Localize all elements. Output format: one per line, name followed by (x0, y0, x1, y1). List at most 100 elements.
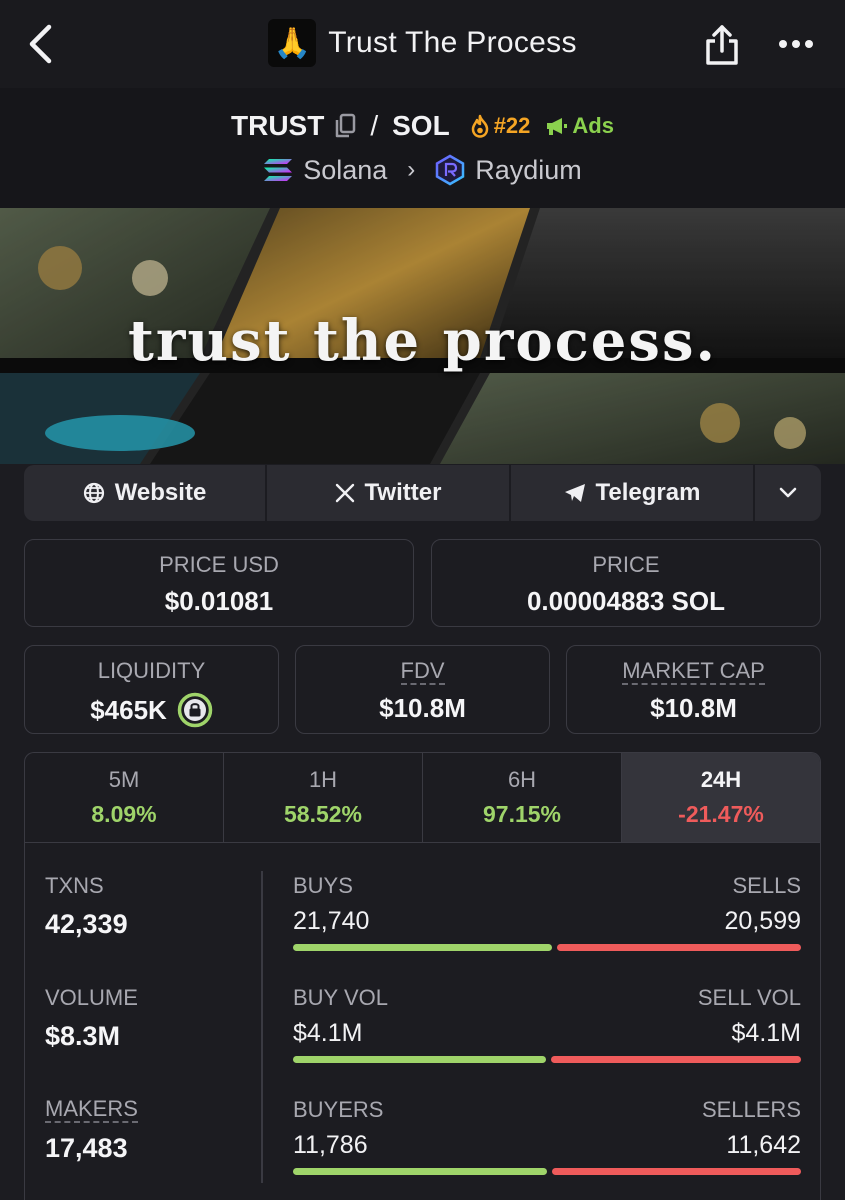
website-button[interactable]: Website (24, 465, 267, 521)
volume-bar (293, 1056, 801, 1063)
buy-vol-label: BUY VOL (293, 985, 388, 1010)
txns-metric: TXNS 42,339 (45, 873, 128, 940)
sell-vol-value: $4.1M (731, 1019, 801, 1047)
more-options-button[interactable] (772, 26, 820, 62)
txns-label: TXNS (45, 873, 104, 898)
share-icon (706, 25, 738, 65)
telegram-icon (564, 484, 585, 502)
buyers-value: 11,786 (293, 1131, 368, 1159)
ellipsis-icon (779, 40, 813, 48)
megaphone-icon (547, 118, 568, 135)
praying-hands-icon: 🙏 (273, 26, 311, 60)
sell-vol-bar (551, 1056, 801, 1063)
page-title: Trust The Process (328, 26, 577, 59)
liquidity-value: $465K (90, 694, 167, 725)
token-banner-image: trust the process. (0, 208, 845, 464)
price-change: -21.47% (678, 801, 764, 827)
chain-link[interactable]: Solana (303, 155, 387, 186)
copy-icon[interactable] (334, 113, 356, 139)
price-native-label: PRICE (592, 552, 660, 577)
top-nav-bar: 🙏 Trust The Process (0, 0, 845, 88)
tab-label: 6H (507, 767, 537, 792)
price-change: 58.52% (283, 801, 362, 827)
pair-header: TRUST / SOL #22 Ads Solana › Raydium (0, 88, 845, 208)
buys-sells-bar (293, 944, 801, 951)
tab-5m[interactable]: 5M 8.09% (25, 753, 224, 842)
market-cap-value: $10.8M (650, 693, 737, 723)
sellers-label: SELLERS (701, 1097, 801, 1122)
tab-label: 24H (700, 767, 742, 792)
makers-metric: MAKERS 17,483 (45, 1097, 138, 1164)
liquidity-value-row: $465K (25, 692, 278, 728)
banner-title: trust the process. (128, 308, 717, 374)
market-cap-label[interactable]: MARKET CAP (622, 659, 765, 685)
buys-sells-split: BUYS SELLS 21,740 20,599 (293, 873, 801, 951)
chevron-left-icon (29, 24, 52, 64)
buy-vol-bar (293, 1056, 546, 1063)
buys-label: BUYS (293, 873, 353, 898)
buyers-label: BUYERS (293, 1097, 384, 1122)
buyers-sellers-bar (293, 1168, 801, 1175)
dex-link[interactable]: Raydium (475, 155, 582, 186)
ads-badge[interactable]: Ads (544, 113, 614, 139)
buyers-sellers-split: BUYERS SELLERS 11,786 11,642 (293, 1097, 801, 1175)
pair-separator: / (370, 110, 379, 141)
price-native-value: 0.00004883 SOL (526, 586, 726, 616)
timeframe-tabs: 5M 8.09% 1H 58.52% 6H 97.15% 24H -21.47% (25, 753, 820, 843)
chevron-down-icon (779, 487, 797, 498)
twitter-button[interactable]: Twitter (267, 465, 511, 521)
tab-1h[interactable]: 1H 58.52% (224, 753, 423, 842)
makers-label[interactable]: MAKERS (45, 1097, 138, 1123)
base-symbol: TRUST (231, 110, 325, 141)
share-button[interactable] (700, 22, 744, 68)
buyers-bar (293, 1168, 547, 1175)
liquidity-label: LIQUIDITY (97, 658, 206, 683)
sellers-bar (552, 1168, 801, 1175)
sells-label: SELLS (732, 873, 802, 898)
fdv-card: FDV $10.8M (295, 645, 550, 734)
market-cap-card: MARKET CAP $10.8M (566, 645, 821, 734)
tab-label: 5M (108, 767, 140, 792)
price-change: 8.09% (91, 801, 157, 827)
back-button[interactable] (20, 22, 60, 66)
volume-value: $8.3M (45, 1021, 121, 1051)
token-avatar: 🙏 (268, 19, 317, 67)
tab-label: 1H (308, 767, 338, 792)
twitter-label: Twitter (364, 479, 442, 506)
chevron-right-icon: › (407, 156, 416, 183)
liquidity-card: LIQUIDITY $465K (24, 645, 279, 734)
price-native-card: PRICE 0.00004883 SOL (431, 539, 821, 627)
quote-symbol: SOL (392, 110, 450, 141)
makers-value: 17,483 (45, 1133, 128, 1163)
sell-vol-label: SELL VOL (697, 985, 801, 1010)
more-links-button[interactable] (755, 465, 821, 521)
fdv-value: $10.8M (379, 693, 466, 723)
raydium-icon (436, 154, 465, 186)
volume-label: VOLUME (45, 985, 138, 1010)
trading-stats-panel: 5M 8.09% 1H 58.52% 6H 97.15% 24H -21.47%… (24, 752, 821, 1200)
trending-rank[interactable]: #22 (470, 113, 531, 139)
solana-icon (264, 159, 293, 181)
buy-vol-value: $4.1M (293, 1019, 363, 1047)
telegram-button[interactable]: Telegram (511, 465, 755, 521)
chain-breadcrumb: Solana › Raydium (0, 150, 845, 190)
ads-label: Ads (572, 113, 614, 138)
telegram-label: Telegram (595, 479, 701, 506)
price-usd-value: $0.01081 (164, 586, 274, 616)
sells-bar (557, 944, 801, 951)
social-links: Website Twitter Telegram (24, 465, 821, 521)
flame-icon (471, 114, 488, 138)
txns-value: 42,339 (45, 909, 128, 939)
fdv-label[interactable]: FDV (400, 659, 445, 685)
pair-row: TRUST / SOL #22 Ads (0, 106, 845, 146)
globe-icon (83, 482, 104, 504)
x-logo-icon (335, 483, 354, 503)
tab-24h[interactable]: 24H -21.47% (622, 753, 820, 842)
tab-6h[interactable]: 6H 97.15% (423, 753, 622, 842)
price-usd-label: PRICE USD (159, 552, 279, 577)
volume-metric: VOLUME $8.3M (45, 985, 138, 1052)
rank-label: #22 (493, 113, 531, 138)
sellers-value: 11,642 (726, 1131, 801, 1159)
lock-icon[interactable] (177, 692, 213, 728)
buys-bar (293, 944, 552, 951)
